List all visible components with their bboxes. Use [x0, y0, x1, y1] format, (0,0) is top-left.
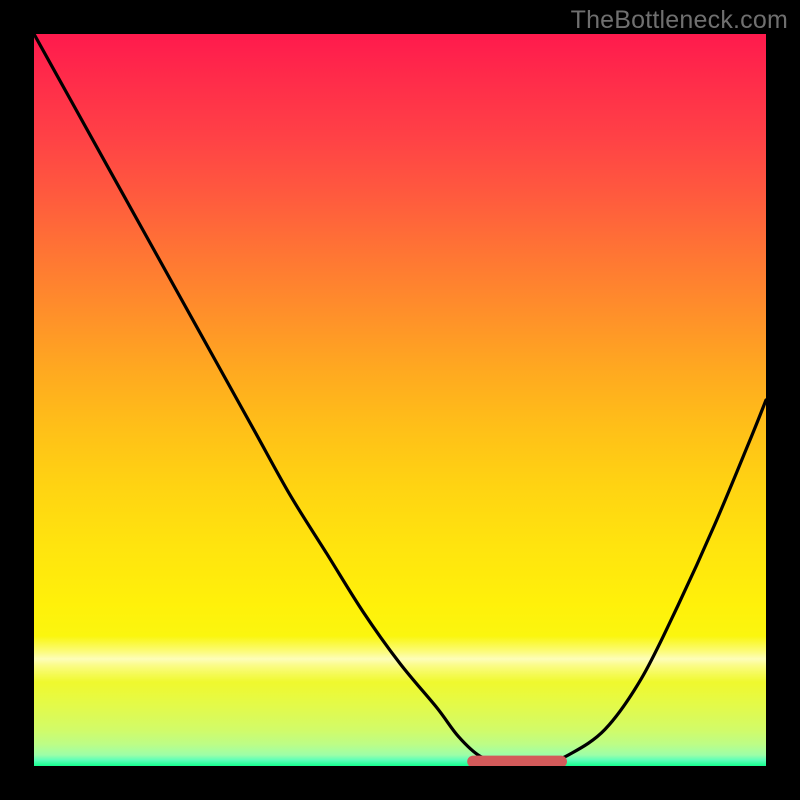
chart-frame: TheBottleneck.com	[0, 0, 800, 800]
watermark-text: TheBottleneck.com	[571, 6, 788, 35]
bottleneck-curve-path	[34, 34, 766, 763]
curve-layer	[34, 34, 766, 766]
plot-area	[34, 34, 766, 766]
